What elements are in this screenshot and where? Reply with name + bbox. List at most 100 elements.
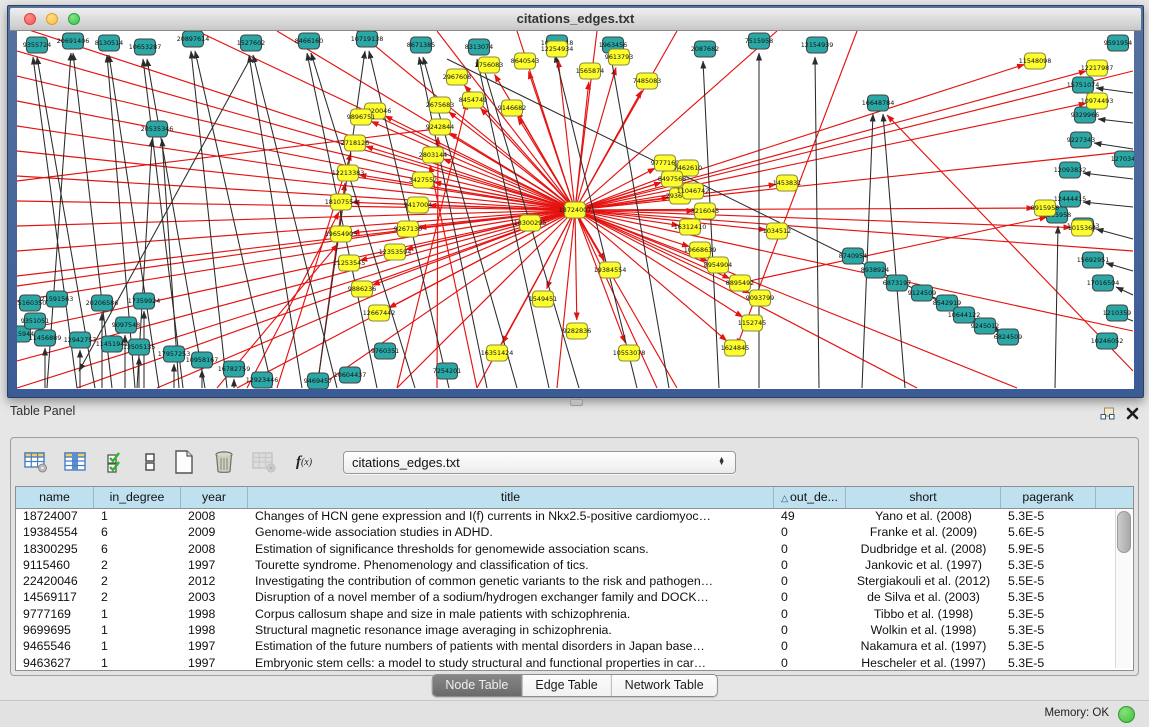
graph-node[interactable]: 12942757 [64,332,97,348]
graph-node[interactable]: 1270341 [1111,151,1134,167]
table-row[interactable]: 977716911998Corpus callosum shape and si… [16,606,1133,622]
graph-node[interactable]: 7485083 [633,73,661,89]
graph-node[interactable]: 8895492 [726,275,754,291]
graph-node[interactable]: 8740954 [839,248,867,264]
graph-node[interactable]: 10958167 [186,352,219,368]
graph-node[interactable]: 8130514 [95,35,123,51]
tab-edge-table[interactable]: Edge Table [521,675,610,696]
graph-node[interactable]: 15751074 [1067,77,1100,93]
graph-node[interactable]: 9093799 [746,290,774,306]
graph-node[interactable]: 8640543 [511,53,539,69]
table-row[interactable]: 1872400712008Changes of HCN gene express… [16,508,1133,524]
graph-node[interactable]: 2967608 [443,69,471,85]
graph-node[interactable]: 9351051 [21,313,49,329]
table-row[interactable]: 969969511998Structural magnetic resonanc… [16,622,1133,638]
graph-node[interactable]: 9591954 [1104,35,1132,51]
column-visibility-icon[interactable] [63,450,89,474]
table-row[interactable]: 946362711997Embryonic stem cells: a mode… [16,655,1133,670]
table-row[interactable]: 946554611997Estimation of the future num… [16,638,1133,654]
graph-node[interactable]: 8313074 [465,39,493,55]
graph-node[interactable]: 1527602 [237,35,265,51]
graph-edge[interactable] [575,103,1086,210]
graph-node[interactable]: 10604437 [334,367,367,383]
graph-node[interactable]: 9355724 [23,37,51,53]
graph-node[interactable]: 1015364 [1068,220,1096,236]
table-row[interactable]: 1456911722003Disruption of a novel membe… [16,589,1133,605]
scrollbar-thumb[interactable] [1117,511,1131,553]
table-row[interactable]: 1938455462009Genome-wide association stu… [16,524,1133,540]
graph-edge[interactable] [1055,226,1058,388]
graph-node[interactable]: 16782759 [218,361,251,377]
graph-edge[interactable] [1116,287,1133,295]
graph-edge[interactable] [1096,229,1133,239]
graph-node[interactable]: 9097548 [112,317,140,333]
graph-node[interactable]: 2718126 [341,135,369,151]
graph-node[interactable]: 9245012 [971,318,999,334]
table-row[interactable]: 1830029562008Estimation of significance … [16,541,1133,557]
graph-node[interactable]: 9282836 [563,323,591,339]
graph-edge[interactable] [575,71,1086,210]
graph-node[interactable]: 1034512 [763,223,791,239]
graph-edge[interactable] [317,51,365,388]
graph-node[interactable]: 3427552 [409,172,437,188]
graph-node[interactable]: 9417004 [404,197,432,213]
delete-table-icon[interactable] [251,450,277,474]
graph-node[interactable]: 9469457 [304,373,332,389]
column-header-name[interactable]: name [16,487,94,508]
graph-edge[interactable] [17,201,575,210]
graph-node[interactable]: 20535346 [141,121,174,137]
graph-edge[interactable] [815,57,819,388]
graph-edge[interactable] [575,71,1133,210]
graph-node[interactable]: 6497568 [658,171,686,187]
column-header-pagerank[interactable]: pagerank [1001,487,1096,508]
graph-node[interactable]: 12154939 [801,37,834,53]
graph-edge[interactable] [397,102,467,388]
graph-node[interactable]: 10719138 [351,31,384,47]
graph-edge[interactable] [517,111,677,388]
graph-edge[interactable] [17,76,575,210]
tab-network-table[interactable]: Network Table [611,675,717,696]
graph-node[interactable]: 20897614 [177,31,210,47]
graph-node[interactable]: 17359924 [128,293,161,309]
graph-node[interactable]: 7254201 [433,363,461,379]
row-height-icon[interactable] [143,450,157,474]
graph-node[interactable]: 9760351 [371,343,399,359]
graph-node[interactable]: 2756083 [475,57,503,73]
graph-node[interactable]: 15692951 [1077,252,1110,268]
column-header-out_de[interactable]: △out_de... [774,487,846,508]
graph-edge[interactable] [247,212,339,388]
graph-node[interactable]: 17016504 [1087,275,1120,291]
vertical-scrollbar[interactable] [1115,510,1131,668]
graph-node[interactable]: 9267130 [394,221,422,237]
graph-node[interactable]: 20691406 [57,33,90,49]
splitter-handle[interactable] [570,399,583,406]
graph-node[interactable]: 12923446 [246,372,279,388]
graph-edge[interactable] [366,146,575,210]
close-panel-icon[interactable] [1126,407,1139,420]
graph-node[interactable]: 7515958 [745,33,773,49]
graph-node[interactable]: 12217987 [1081,60,1114,76]
graph-edge[interactable] [528,71,575,210]
graph-node[interactable]: 2803144 [419,147,447,163]
graph-node[interactable]: 2087682 [691,41,719,57]
graph-edge[interactable] [17,210,575,361]
graph-edge[interactable] [1098,119,1133,123]
select-all-checks-icon[interactable] [103,450,129,474]
graph-node[interactable]: 12093832 [1054,162,1087,178]
graph-edge[interactable] [575,210,577,320]
graph-node[interactable]: 8915958 [1031,200,1059,216]
graph-edge[interactable] [1094,143,1133,149]
float-panel-icon[interactable] [1100,407,1115,421]
graph-node[interactable]: 11548098 [1019,53,1052,69]
memory-status-light-icon[interactable] [1118,706,1135,723]
graph-node[interactable]: 2675683 [426,97,454,113]
graph-edge[interactable] [371,121,575,210]
column-header-title[interactable]: title [248,487,774,508]
graph-node[interactable]: 9613793 [605,49,633,65]
delete-rows-icon[interactable] [211,450,237,474]
graph-edge[interactable] [357,31,575,210]
graph-edge[interactable] [575,208,1034,210]
graph-edge[interactable] [79,61,249,371]
window-titlebar[interactable]: citations_edges.txt [10,8,1141,31]
graph-node[interactable]: 8454749 [459,92,487,108]
